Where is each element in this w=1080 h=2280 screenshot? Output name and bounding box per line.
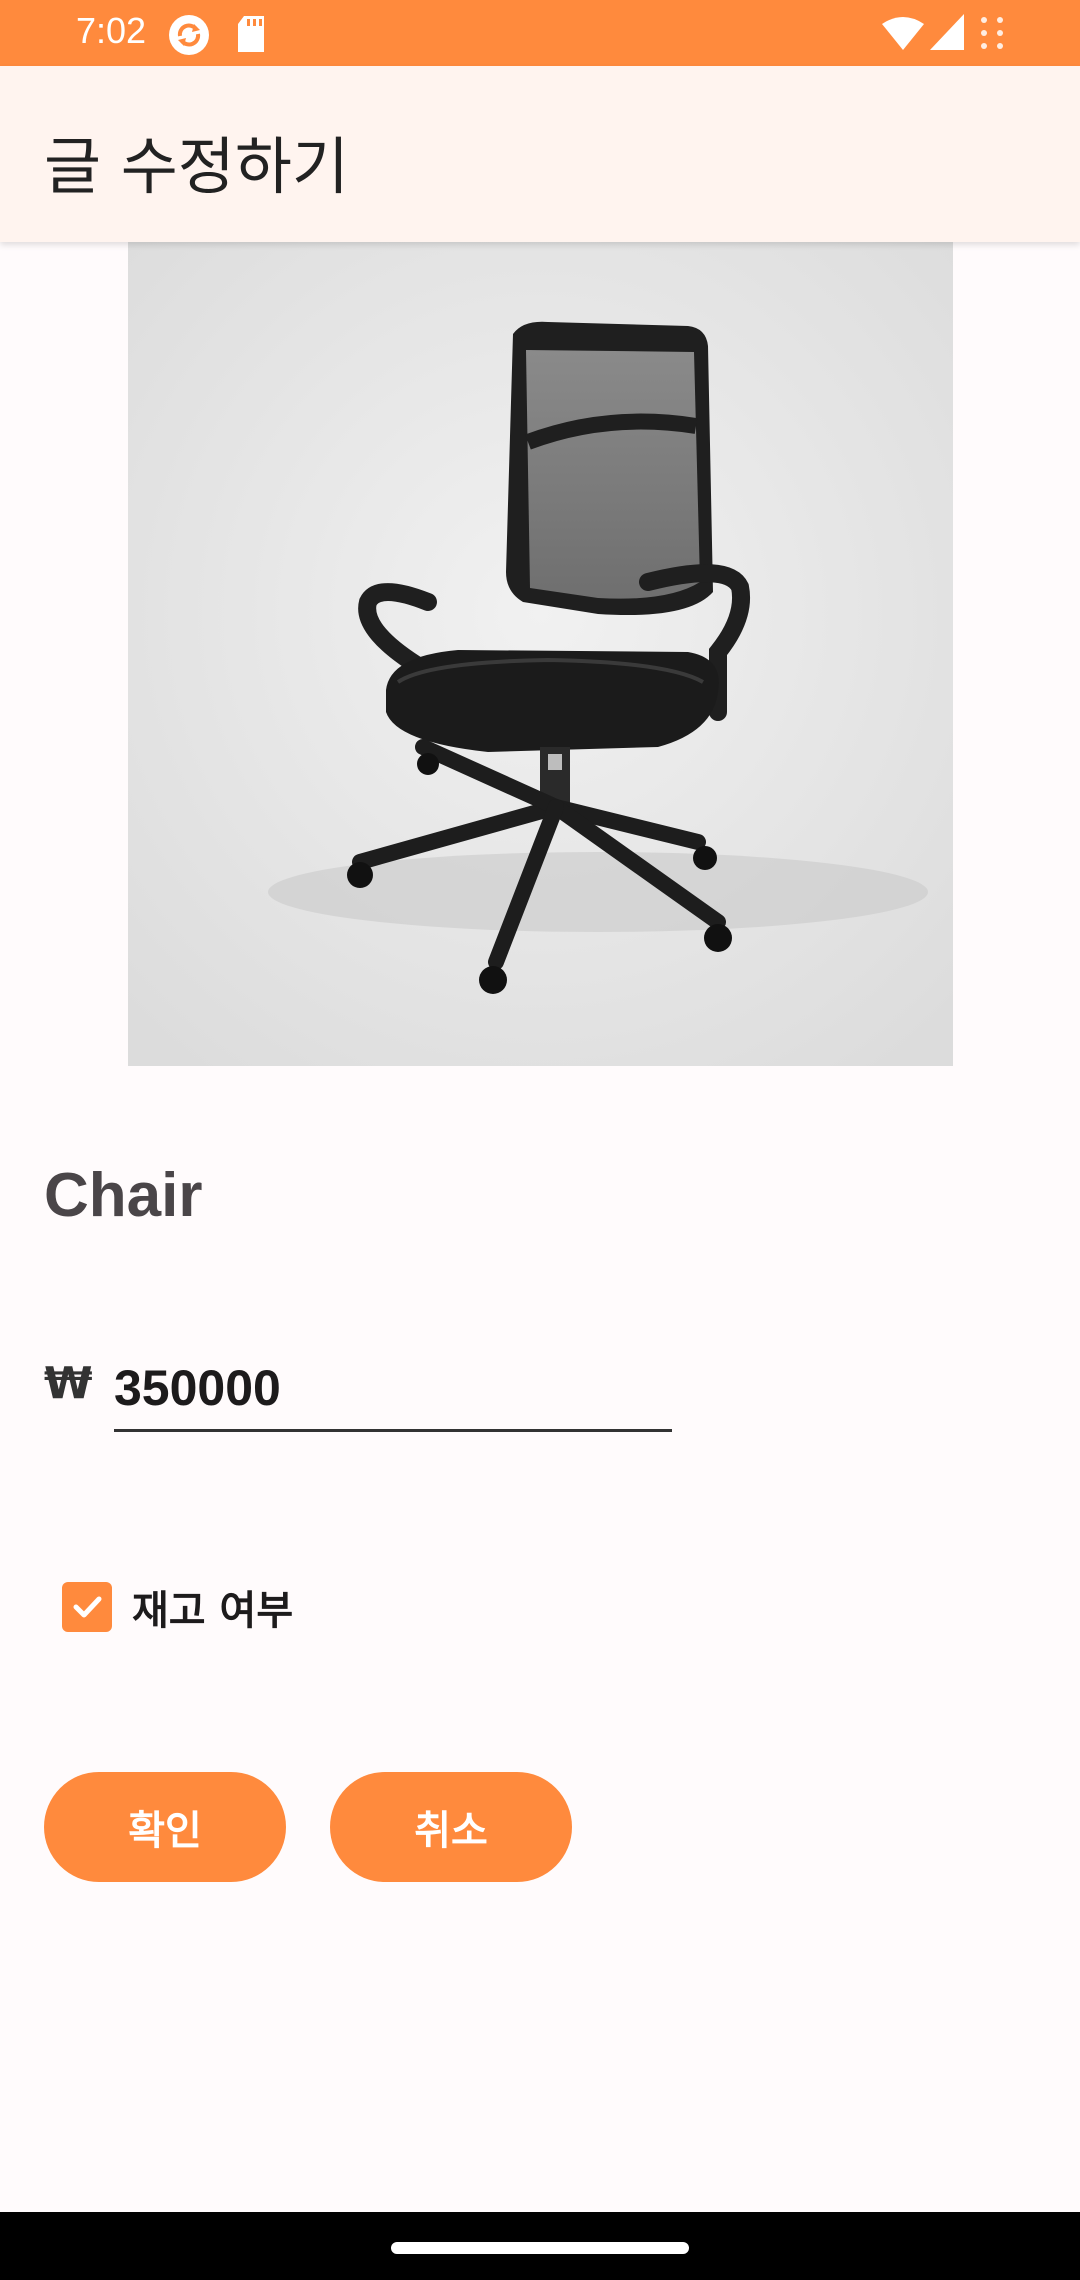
product-name: Chair [44,1161,203,1230]
cell-signal-icon [930,14,964,54]
app-bar: 글 수정하기 [0,66,1080,242]
stock-checkbox-row[interactable]: 재고 여부 [62,1582,293,1634]
check-icon [73,1596,102,1618]
cancel-button[interactable]: 취소 [330,1772,572,1882]
page-title: 글 수정하기 [44,130,349,203]
stock-checkbox[interactable] [62,1582,112,1632]
sd-card-icon [236,16,266,56]
confirm-button[interactable]: 확인 [44,1772,286,1882]
home-indicator[interactable] [391,2242,689,2254]
sync-icon [168,14,210,60]
currency-symbol: ₩ [44,1358,93,1409]
office-chair-icon [128,242,953,1066]
status-bar: 7:02 [0,0,1080,66]
product-image[interactable] [128,242,953,1066]
stock-label: 재고 여부 [132,1588,294,1634]
navigation-bar [0,2212,1080,2280]
dots-icon [980,16,1004,54]
status-time: 7:02 [76,10,147,51]
wifi-icon [882,16,924,54]
price-input[interactable] [114,1346,672,1432]
